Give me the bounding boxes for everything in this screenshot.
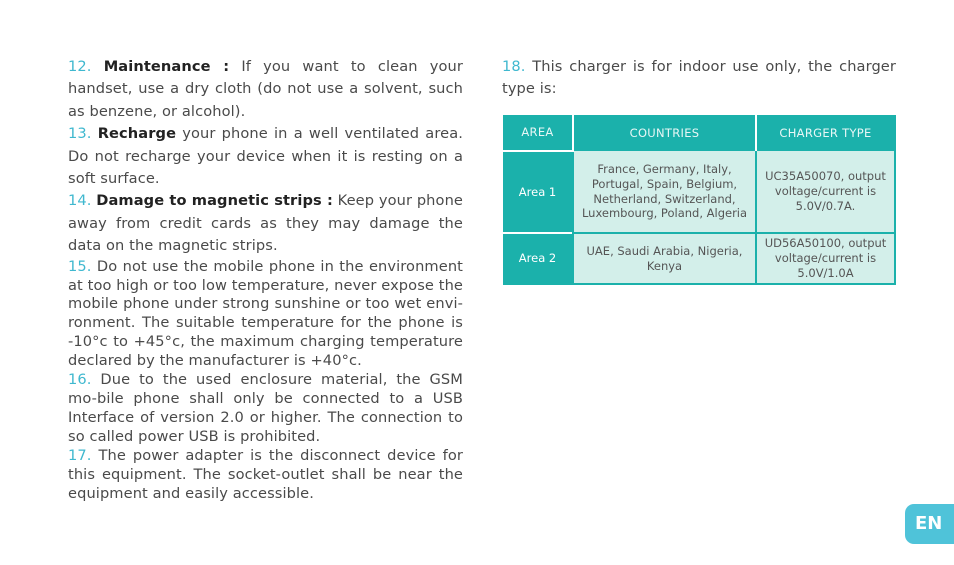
item-text: The power adapter is the disconnect devi…	[68, 446, 463, 502]
cell-countries: France, Germany, Italy, Portugal, Spain,…	[572, 151, 757, 233]
item-text: This charger is for indoor use only, the…	[502, 58, 896, 98]
cell-area: Area 2	[503, 232, 573, 285]
safety-instructions-left: 12. Maintenance : If you want to clean y…	[68, 56, 463, 503]
table-row: Area 1 France, Germany, Italy, Portugal,…	[503, 150, 896, 233]
item-12: 12. Maintenance : If you want to clean y…	[68, 56, 463, 123]
item-14: 14. Damage to magnetic strips : Keep you…	[68, 190, 463, 257]
item-title: Maintenance :	[103, 58, 230, 75]
table-header-row: AREA COUNTRIES CHARGER TYPE	[503, 115, 896, 151]
item-text: Due to the used enclosure material, the …	[68, 371, 463, 445]
item-13: 13. Recharge your phone in a well ventil…	[68, 123, 463, 190]
item-15: 15. Do not use the mobile phone in the e…	[68, 258, 463, 371]
item-17: 17. The power adapter is the disconnect …	[68, 447, 463, 504]
item-title: Damage to magnetic strips :	[96, 192, 333, 210]
item-number: 16.	[68, 371, 92, 389]
item-number: 15.	[68, 257, 92, 275]
item-number: 12.	[68, 58, 92, 75]
cell-charger-type: UC35A50070, output voltage/current is 5.…	[756, 151, 896, 233]
safety-instructions-right: 18. This charger is for indoor use only,…	[502, 56, 896, 101]
charger-type-table: AREA COUNTRIES CHARGER TYPE Area 1 Franc…	[503, 115, 896, 285]
item-number: 17.	[68, 446, 92, 464]
cell-charger-type: UD56A50100, output voltage/current is 5.…	[756, 232, 896, 285]
item-16: 16. Due to the used enclosure material, …	[68, 371, 463, 447]
cell-area: Area 1	[503, 150, 573, 233]
item-title: Recharge	[97, 125, 177, 143]
item-number: 14.	[68, 192, 92, 210]
cell-countries: UAE, Saudi Arabia, Nigeria, Kenya	[572, 232, 757, 285]
item-number: 18.	[502, 58, 526, 75]
item-number: 13.	[68, 125, 92, 143]
table-row: Area 2 UAE, Saudi Arabia, Nigeria, Kenya…	[503, 232, 896, 285]
language-tab: EN	[905, 504, 954, 544]
item-text: Do not use the mobile phone in the envir…	[68, 257, 463, 370]
header-area: AREA	[503, 115, 573, 151]
header-charger-type: CHARGER TYPE	[756, 115, 896, 151]
item-18: 18. This charger is for indoor use only,…	[502, 56, 896, 101]
header-countries: COUNTRIES	[572, 115, 757, 151]
